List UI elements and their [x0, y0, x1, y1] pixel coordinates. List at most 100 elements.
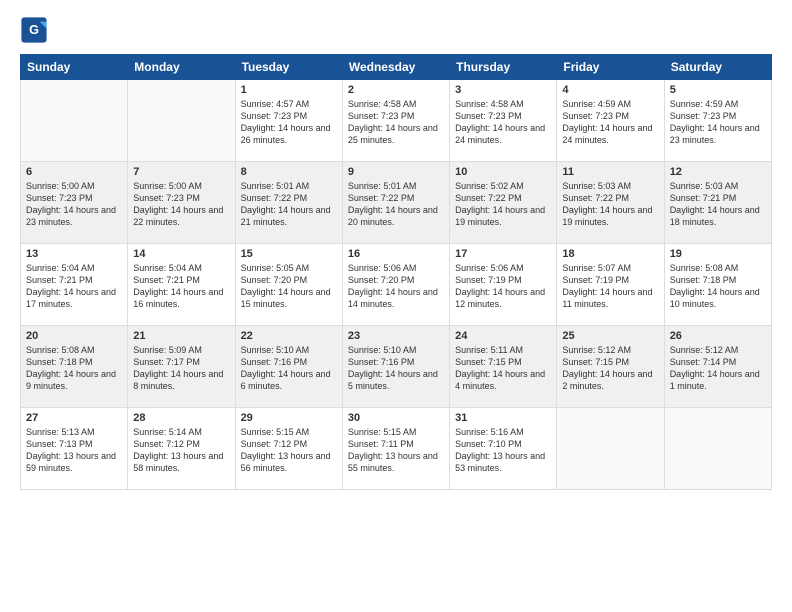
day-info: Sunrise: 5:07 AMSunset: 7:19 PMDaylight:…	[562, 262, 658, 311]
calendar-cell: 2Sunrise: 4:58 AMSunset: 7:23 PMDaylight…	[342, 80, 449, 162]
day-number: 8	[241, 166, 337, 178]
day-number: 27	[26, 412, 122, 424]
day-info: Sunrise: 5:10 AMSunset: 7:16 PMDaylight:…	[348, 344, 444, 393]
calendar-cell	[557, 408, 664, 490]
day-info: Sunrise: 5:01 AMSunset: 7:22 PMDaylight:…	[241, 180, 337, 229]
day-info: Sunrise: 5:15 AMSunset: 7:11 PMDaylight:…	[348, 426, 444, 475]
day-info: Sunrise: 5:00 AMSunset: 7:23 PMDaylight:…	[26, 180, 122, 229]
calendar-cell: 6 Sunrise: 5:00 AMSunset: 7:23 PMDaylight…	[21, 162, 128, 244]
day-number: 26	[670, 330, 766, 342]
calendar-cell: 5Sunrise: 4:59 AMSunset: 7:23 PMDaylight…	[664, 80, 771, 162]
day-info: Sunrise: 5:12 AMSunset: 7:14 PMDaylight:…	[670, 344, 766, 393]
calendar-cell: 16 Sunrise: 5:06 AMSunset: 7:20 PMDayligh…	[342, 244, 449, 326]
day-info: Sunrise: 4:59 AMSunset: 7:23 PMDaylight:…	[562, 98, 658, 147]
calendar-cell: 4 Sunrise: 4:59 AMSunset: 7:23 PMDaylight…	[557, 80, 664, 162]
day-info: Sunrise: 5:14 AMSunset: 7:12 PMDaylight:…	[133, 426, 229, 475]
calendar-week-row: 6 Sunrise: 5:00 AMSunset: 7:23 PMDaylight…	[21, 162, 772, 244]
day-number: 12	[670, 166, 766, 178]
calendar-cell	[21, 80, 128, 162]
day-info: Sunrise: 5:03 AMSunset: 7:22 PMDaylight:…	[562, 180, 658, 229]
day-number: 15	[241, 248, 337, 260]
calendar-cell: 21 Sunrise: 5:09 AMSunset: 7:17 PMDayligh…	[128, 326, 235, 408]
calendar-page: G SundayMondayTuesdayWednesdayThursdayFr…	[0, 0, 792, 612]
calendar-cell: 1Sunrise: 4:57 AMSunset: 7:23 PMDaylight…	[235, 80, 342, 162]
calendar-cell: 24Sunrise: 5:11 AMSunset: 7:15 PMDayligh…	[450, 326, 557, 408]
day-number: 21	[133, 330, 229, 342]
calendar-cell: 18 Sunrise: 5:07 AMSunset: 7:19 PMDayligh…	[557, 244, 664, 326]
calendar-cell: 11 Sunrise: 5:03 AMSunset: 7:22 PMDayligh…	[557, 162, 664, 244]
day-info: Sunrise: 5:06 AMSunset: 7:19 PMDaylight:…	[455, 262, 551, 311]
day-info: Sunrise: 5:02 AMSunset: 7:22 PMDaylight:…	[455, 180, 551, 229]
day-number: 9	[348, 166, 444, 178]
day-info: Sunrise: 5:16 AMSunset: 7:10 PMDaylight:…	[455, 426, 551, 475]
day-info: Sunrise: 5:13 AMSunset: 7:13 PMDaylight:…	[26, 426, 122, 475]
day-number: 30	[348, 412, 444, 424]
day-number: 20	[26, 330, 122, 342]
calendar-cell: 13 Sunrise: 5:04 AMSunset: 7:21 PMDayligh…	[21, 244, 128, 326]
calendar-cell: 26 Sunrise: 5:12 AMSunset: 7:14 PMDayligh…	[664, 326, 771, 408]
calendar-cell: 10 Sunrise: 5:02 AMSunset: 7:22 PMDayligh…	[450, 162, 557, 244]
day-number: 11	[562, 166, 658, 178]
day-number: 13	[26, 248, 122, 260]
day-info: Sunrise: 5:03 AMSunset: 7:21 PMDaylight:…	[670, 180, 766, 229]
calendar-cell: 30 Sunrise: 5:15 AMSunset: 7:11 PMDayligh…	[342, 408, 449, 490]
day-number: 14	[133, 248, 229, 260]
calendar-cell: 14 Sunrise: 5:04 AMSunset: 7:21 PMDayligh…	[128, 244, 235, 326]
day-number: 2	[348, 84, 444, 96]
calendar-cell: 25 Sunrise: 5:12 AMSunset: 7:15 PMDayligh…	[557, 326, 664, 408]
calendar-week-row: 20 Sunrise: 5:08 AMSunset: 7:18 PMDayligh…	[21, 326, 772, 408]
calendar-cell: 29 Sunrise: 5:15 AMSunset: 7:12 PMDayligh…	[235, 408, 342, 490]
weekday-tuesday: Tuesday	[235, 55, 342, 80]
day-info: Sunrise: 4:59 AMSunset: 7:23 PMDaylight:…	[670, 98, 766, 147]
svg-text:G: G	[29, 23, 39, 37]
calendar-cell: 28 Sunrise: 5:14 AMSunset: 7:12 PMDayligh…	[128, 408, 235, 490]
day-number: 7	[133, 166, 229, 178]
day-number: 6	[26, 166, 122, 178]
day-number: 25	[562, 330, 658, 342]
day-info: Sunrise: 5:08 AMSunset: 7:18 PMDaylight:…	[670, 262, 766, 311]
day-number: 29	[241, 412, 337, 424]
day-info: Sunrise: 4:57 AMSunset: 7:23 PMDaylight:…	[241, 98, 337, 147]
day-number: 28	[133, 412, 229, 424]
calendar-cell: 3 Sunrise: 4:58 AMSunset: 7:23 PMDaylight…	[450, 80, 557, 162]
calendar-week-row: 27 Sunrise: 5:13 AMSunset: 7:13 PMDayligh…	[21, 408, 772, 490]
calendar-cell: 7 Sunrise: 5:00 AMSunset: 7:23 PMDaylight…	[128, 162, 235, 244]
calendar-cell	[128, 80, 235, 162]
page-header: G	[20, 16, 772, 44]
calendar-cell: 19Sunrise: 5:08 AMSunset: 7:18 PMDayligh…	[664, 244, 771, 326]
day-number: 10	[455, 166, 551, 178]
calendar-cell: 20 Sunrise: 5:08 AMSunset: 7:18 PMDayligh…	[21, 326, 128, 408]
logo-icon: G	[20, 16, 48, 44]
calendar-cell: 8 Sunrise: 5:01 AMSunset: 7:22 PMDaylight…	[235, 162, 342, 244]
day-number: 31	[455, 412, 551, 424]
calendar-cell: 9 Sunrise: 5:01 AMSunset: 7:22 PMDaylight…	[342, 162, 449, 244]
calendar-cell: 22Sunrise: 5:10 AMSunset: 7:16 PMDayligh…	[235, 326, 342, 408]
calendar-week-row: 13 Sunrise: 5:04 AMSunset: 7:21 PMDayligh…	[21, 244, 772, 326]
calendar-cell	[664, 408, 771, 490]
day-info: Sunrise: 5:00 AMSunset: 7:23 PMDaylight:…	[133, 180, 229, 229]
day-info: Sunrise: 5:15 AMSunset: 7:12 PMDaylight:…	[241, 426, 337, 475]
day-info: Sunrise: 5:04 AMSunset: 7:21 PMDaylight:…	[26, 262, 122, 311]
calendar-cell: 27 Sunrise: 5:13 AMSunset: 7:13 PMDayligh…	[21, 408, 128, 490]
day-info: Sunrise: 5:06 AMSunset: 7:20 PMDaylight:…	[348, 262, 444, 311]
calendar-week-row: 1Sunrise: 4:57 AMSunset: 7:23 PMDaylight…	[21, 80, 772, 162]
calendar-cell: 17Sunrise: 5:06 AMSunset: 7:19 PMDayligh…	[450, 244, 557, 326]
day-number: 3	[455, 84, 551, 96]
calendar-table: SundayMondayTuesdayWednesdayThursdayFrid…	[20, 54, 772, 490]
day-info: Sunrise: 5:08 AMSunset: 7:18 PMDaylight:…	[26, 344, 122, 393]
day-info: Sunrise: 5:12 AMSunset: 7:15 PMDaylight:…	[562, 344, 658, 393]
day-info: Sunrise: 5:09 AMSunset: 7:17 PMDaylight:…	[133, 344, 229, 393]
day-number: 18	[562, 248, 658, 260]
day-info: Sunrise: 5:05 AMSunset: 7:20 PMDaylight:…	[241, 262, 337, 311]
weekday-thursday: Thursday	[450, 55, 557, 80]
day-info: Sunrise: 5:01 AMSunset: 7:22 PMDaylight:…	[348, 180, 444, 229]
day-info: Sunrise: 5:11 AMSunset: 7:15 PMDaylight:…	[455, 344, 551, 393]
day-info: Sunrise: 4:58 AMSunset: 7:23 PMDaylight:…	[455, 98, 551, 147]
calendar-cell: 15 Sunrise: 5:05 AMSunset: 7:20 PMDayligh…	[235, 244, 342, 326]
logo: G	[20, 16, 52, 44]
day-number: 16	[348, 248, 444, 260]
day-number: 4	[562, 84, 658, 96]
day-info: Sunrise: 5:04 AMSunset: 7:21 PMDaylight:…	[133, 262, 229, 311]
weekday-saturday: Saturday	[664, 55, 771, 80]
weekday-sunday: Sunday	[21, 55, 128, 80]
